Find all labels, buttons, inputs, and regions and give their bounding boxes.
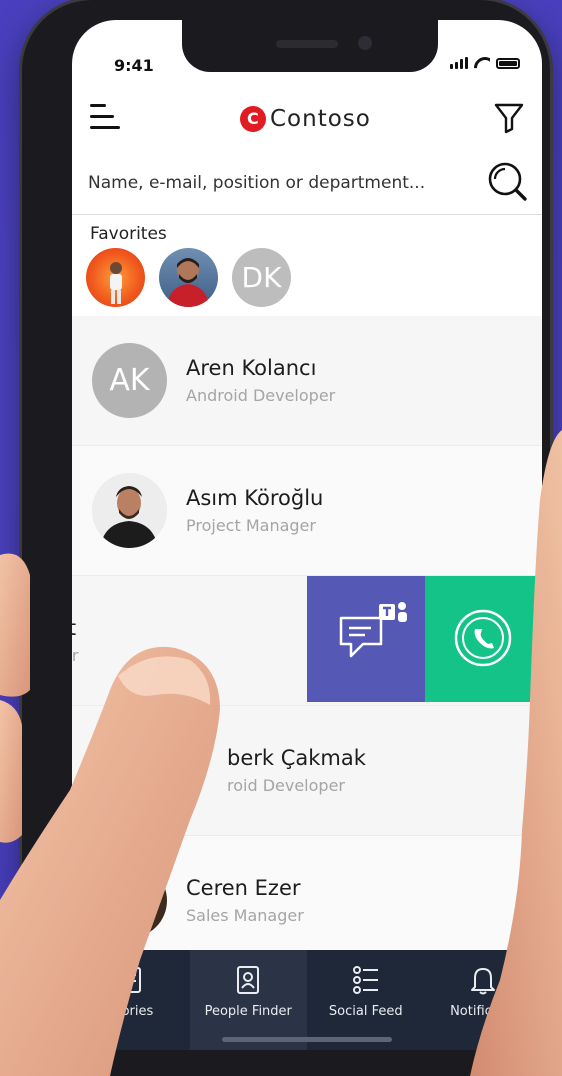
hand-illustration (0, 430, 562, 1076)
